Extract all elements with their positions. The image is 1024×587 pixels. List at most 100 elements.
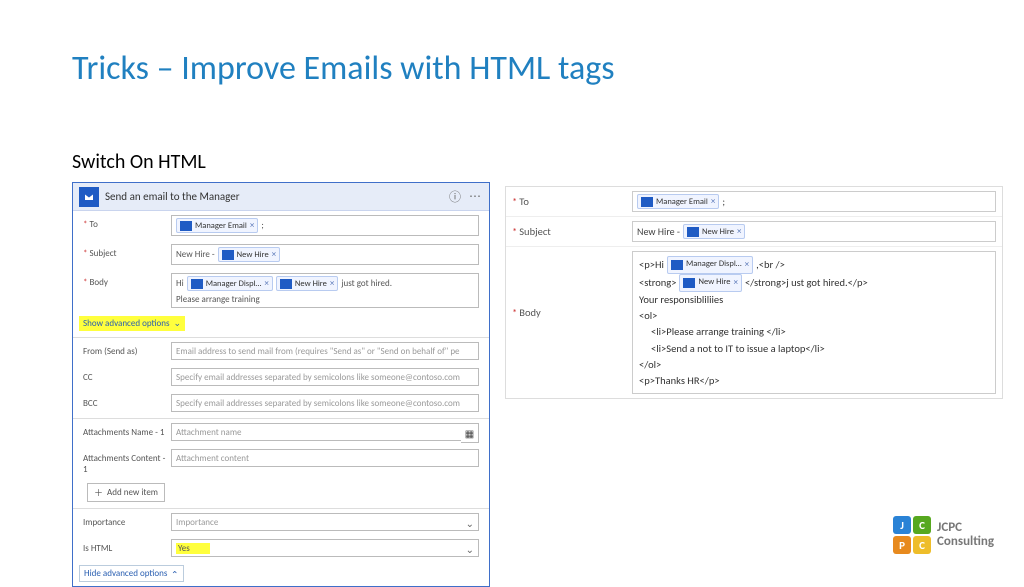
label-body: *Body [512, 251, 632, 319]
chevron-up-icon: ⌄ [171, 568, 179, 579]
text-separator: ; [261, 220, 263, 231]
chevron-down-icon: ⌄ [174, 318, 182, 329]
row-bcc: BCC Specify email addresses separated by… [73, 390, 489, 416]
chip-remove-icon[interactable]: × [745, 258, 749, 272]
label-bcc: BCC [83, 394, 171, 409]
chevron-down-icon: ⌄ [466, 543, 474, 556]
input-body[interactable]: Hi Manager Displ…× New Hire× just got hi… [171, 273, 479, 308]
body-code: ,<br /> [756, 257, 785, 273]
input-is-html[interactable]: Yes ⌄ [171, 539, 479, 557]
chip-manager-email[interactable]: Manager Email× [176, 218, 258, 233]
label-att-name: Attachments Name - 1 [83, 423, 171, 438]
chip-new-hire[interactable]: New Hire× [683, 224, 745, 239]
body-code: Your responsibliliies [639, 292, 989, 308]
input-bcc[interactable]: Specify email addresses separated by sem… [171, 394, 479, 412]
dynamics-icon [191, 279, 203, 289]
label-is-html: Is HTML [83, 539, 171, 554]
chip-manager-display[interactable]: Manager Displ…× [187, 276, 273, 291]
dynamics-icon [641, 197, 653, 207]
logo-tile-c2: C [913, 536, 931, 554]
input-subject[interactable]: New Hire - New Hire× [171, 244, 479, 265]
logo-tiles: J C P C [893, 516, 931, 554]
slide-subtitle: Switch On HTML [72, 150, 206, 174]
dynamics-icon [687, 227, 699, 237]
row-to: *To Manager Email× ; [506, 187, 1002, 217]
row-from: From (Send as) Email address to send mai… [73, 337, 489, 364]
more-icon[interactable]: ⋯ [467, 189, 483, 205]
body-code: <li>Please arrange training </li> [639, 324, 989, 340]
flow-action-card: Send an email to the Manager ⓘ ⋯ *To Man… [72, 182, 490, 587]
field-body[interactable]: <p>Hi Manager Displ…× ,<br /> <strong> N… [632, 251, 996, 394]
html-preview-card: *To Manager Email× ; *Subject New Hire -… [505, 186, 1003, 399]
input-importance[interactable]: Importance ⌄ [171, 513, 479, 531]
info-icon[interactable]: ⓘ [447, 189, 463, 205]
body-code: <p>Hi [639, 257, 664, 273]
body-text: Hi [176, 278, 184, 289]
input-from[interactable]: Email address to send mail from (require… [171, 342, 479, 360]
chip-remove-icon[interactable]: × [733, 276, 737, 290]
logo-tile-j: J [893, 516, 911, 534]
body-code: <ol> [639, 308, 989, 324]
chip-new-hire[interactable]: New Hire× [679, 274, 741, 292]
label-from: From (Send as) [83, 342, 171, 357]
field-subject[interactable]: New Hire - New Hire× [632, 221, 996, 242]
body-code: </ol> [639, 357, 989, 373]
text-subject-prefix: New Hire - [176, 249, 215, 260]
label-subject: *Subject [512, 225, 632, 238]
chip-remove-icon[interactable]: × [737, 226, 741, 237]
row-att-content: Attachments Content - 1 Attachment conte… [73, 445, 489, 479]
brand-logo: J C P C JCPC Consulting [893, 516, 994, 554]
label-att-content: Attachments Content - 1 [83, 449, 171, 475]
label-to: *To [83, 215, 171, 230]
row-subject: *Subject New Hire - New Hire× [506, 217, 1002, 247]
chip-remove-icon[interactable]: × [250, 220, 254, 231]
row-body: *Body Hi Manager Displ…× New Hire× just … [73, 269, 489, 312]
row-cc: CC Specify email addresses separated by … [73, 364, 489, 390]
label-importance: Importance [83, 513, 171, 528]
chip-remove-icon[interactable]: × [711, 196, 715, 207]
field-to[interactable]: Manager Email× ; [632, 191, 996, 212]
chip-new-hire[interactable]: New Hire× [218, 247, 280, 262]
row-subject: *Subject New Hire - New Hire× [73, 240, 489, 269]
label-body: *Body [83, 273, 171, 288]
is-html-value: Yes [176, 543, 210, 554]
add-new-item-button[interactable]: ＋Add new item [87, 483, 165, 502]
hide-advanced-toggle[interactable]: Hide advanced options⌄ [79, 565, 184, 582]
body-text: Please arrange training [176, 294, 260, 305]
row-to: *To Manager Email× ; [73, 211, 489, 240]
chip-new-hire[interactable]: New Hire× [276, 276, 338, 291]
body-code: <p>Thanks HR</p> [639, 373, 989, 389]
dynamics-icon [280, 279, 292, 289]
input-to[interactable]: Manager Email× ; [171, 215, 479, 236]
chip-manager-email[interactable]: Manager Email× [637, 194, 719, 209]
row-is-html: Is HTML Yes ⌄ [73, 535, 489, 561]
input-att-name[interactable]: Attachment name ▦ [171, 423, 479, 441]
body-code: </strong>j ust got hired.</p> [745, 275, 868, 291]
chip-manager-display[interactable]: Manager Displ…× [667, 256, 753, 274]
label-cc: CC [83, 368, 171, 383]
body-text: just got hired. [341, 278, 392, 289]
logo-tile-p: P [893, 536, 911, 554]
chip-remove-icon[interactable]: × [264, 278, 268, 289]
input-cc[interactable]: Specify email addresses separated by sem… [171, 368, 479, 386]
show-advanced-toggle[interactable]: Show advanced options⌄ [79, 316, 185, 331]
label-subject: *Subject [83, 244, 171, 259]
dynamic-content-icon[interactable]: ▦ [461, 423, 479, 443]
dynamics-icon [683, 278, 695, 288]
row-importance: Importance Importance ⌄ [73, 508, 489, 535]
logo-text: JCPC Consulting [937, 521, 994, 550]
dynamics-icon [180, 221, 192, 231]
body-code: <strong> [639, 275, 676, 291]
dynamics-icon [222, 250, 234, 260]
row-body: *Body <p>Hi Manager Displ…× ,<br /> <str… [506, 247, 1002, 398]
text-separator: ; [722, 195, 725, 208]
label-to: *To [512, 195, 632, 208]
body-code: <li>Send a not to IT to issue a laptop</… [639, 341, 989, 357]
input-att-content[interactable]: Attachment content [171, 449, 479, 467]
card-header[interactable]: Send an email to the Manager ⓘ ⋯ [73, 183, 489, 211]
outlook-icon [79, 187, 99, 207]
chip-remove-icon[interactable]: × [272, 249, 276, 260]
slide-title: Tricks – Improve Emails with HTML tags [72, 48, 615, 89]
logo-tile-c: C [913, 516, 931, 534]
chip-remove-icon[interactable]: × [330, 278, 334, 289]
